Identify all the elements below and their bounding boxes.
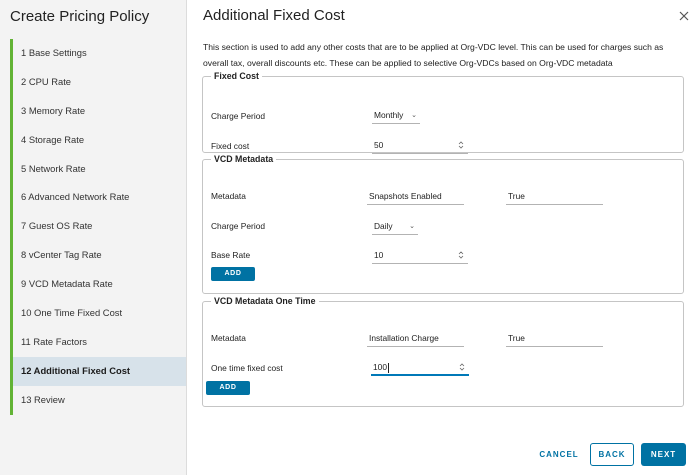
one-time-fixed-cost-input[interactable]: 100 (371, 359, 469, 376)
text-cursor (387, 362, 389, 373)
vcd-metadata-one-time-section: VCD Metadata One Time Metadata Installat… (202, 296, 684, 407)
step-one-time-fixed-cost[interactable]: 10 One Time Fixed Cost (13, 299, 186, 328)
step-vcenter-tag-rate[interactable]: 8 vCenter Tag Rate (13, 241, 186, 270)
step-vcd-metadata-rate[interactable]: 9 VCD Metadata Rate (13, 270, 186, 299)
charge-period-select[interactable]: Daily ⌄ (372, 218, 418, 235)
base-rate-label: Base Rate (211, 250, 251, 260)
charge-period-label: Charge Period (211, 111, 266, 121)
back-button[interactable]: BACK (590, 443, 634, 466)
wizard-steps: 1 Base Settings 2 CPU Rate 3 Memory Rate… (10, 39, 186, 415)
metadata-key-input[interactable]: Installation Charge (367, 330, 464, 347)
step-advanced-network-rate[interactable]: 6 Advanced Network Rate (13, 183, 186, 212)
chevron-down-icon: ⌄ (411, 112, 417, 119)
cancel-button[interactable]: CANCEL (536, 443, 582, 466)
step-additional-fixed-cost[interactable]: 12 Additional Fixed Cost (13, 356, 186, 386)
next-button[interactable]: NEXT (641, 443, 686, 466)
fixed-cost-input[interactable]: 50 (372, 137, 468, 154)
add-metadata-button[interactable]: ADD (211, 267, 255, 281)
vcd-metadata-section: VCD Metadata Metadata Snapshots Enabled … (202, 154, 684, 294)
metadata-value-text: True (508, 191, 525, 201)
add-metadata-one-time-button[interactable]: ADD (206, 381, 250, 395)
metadata-value-input[interactable]: True (506, 188, 603, 205)
fixed-cost-value: 50 (374, 140, 384, 150)
charge-period-label: Charge Period (211, 221, 266, 231)
charge-period-value: Daily (374, 221, 393, 231)
one-time-fixed-cost-value: 100 (373, 362, 387, 372)
step-review[interactable]: 13 Review (13, 386, 186, 415)
metadata-label: Metadata (211, 333, 246, 343)
vcd-metadata-legend: VCD Metadata (214, 154, 274, 164)
metadata-value-input[interactable]: True (506, 330, 603, 347)
step-rate-factors[interactable]: 11 Rate Factors (13, 328, 186, 357)
close-icon[interactable] (677, 9, 691, 23)
metadata-label: Metadata (211, 191, 246, 201)
base-rate-input[interactable]: 10 (372, 247, 468, 264)
metadata-key-input[interactable]: Snapshots Enabled (367, 188, 464, 205)
base-rate-value: 10 (374, 250, 384, 260)
fixed-cost-label: Fixed cost (211, 141, 250, 151)
charge-period-select[interactable]: Monthly ⌄ (372, 107, 420, 124)
metadata-value-text: True (508, 333, 525, 343)
charge-period-value: Monthly (374, 110, 404, 120)
chevron-down-icon: ⌄ (409, 223, 415, 230)
one-time-fixed-cost-label: One time fixed cost (211, 363, 283, 373)
step-network-rate[interactable]: 5 Network Rate (13, 155, 186, 184)
step-base-settings[interactable]: 1 Base Settings (13, 39, 186, 68)
spinner-icon[interactable] (458, 250, 464, 260)
spinner-icon[interactable] (459, 362, 465, 372)
step-guest-os-rate[interactable]: 7 Guest OS Rate (13, 212, 186, 241)
wizard-title: Create Pricing Policy (10, 8, 150, 25)
fixed-cost-legend: Fixed Cost (214, 71, 259, 81)
step-cpu-rate[interactable]: 2 CPU Rate (13, 68, 186, 97)
section-description: This section is used to add any other co… (203, 42, 664, 68)
metadata-key-value: Snapshots Enabled (369, 191, 442, 201)
spinner-icon[interactable] (458, 140, 464, 150)
fixed-cost-section: Fixed Cost Charge Period Monthly ⌄ Fixed… (202, 71, 684, 154)
main-panel: Additional Fixed Cost This section is us… (188, 0, 697, 475)
step-memory-rate[interactable]: 3 Memory Rate (13, 97, 186, 126)
vcd-metadata-one-time-legend: VCD Metadata One Time (214, 296, 316, 306)
step-storage-rate[interactable]: 4 Storage Rate (13, 126, 186, 155)
wizard-sidebar: Create Pricing Policy 1 Base Settings 2 … (0, 0, 187, 475)
page-title: Additional Fixed Cost (203, 7, 345, 24)
metadata-key-value: Installation Charge (369, 333, 439, 343)
